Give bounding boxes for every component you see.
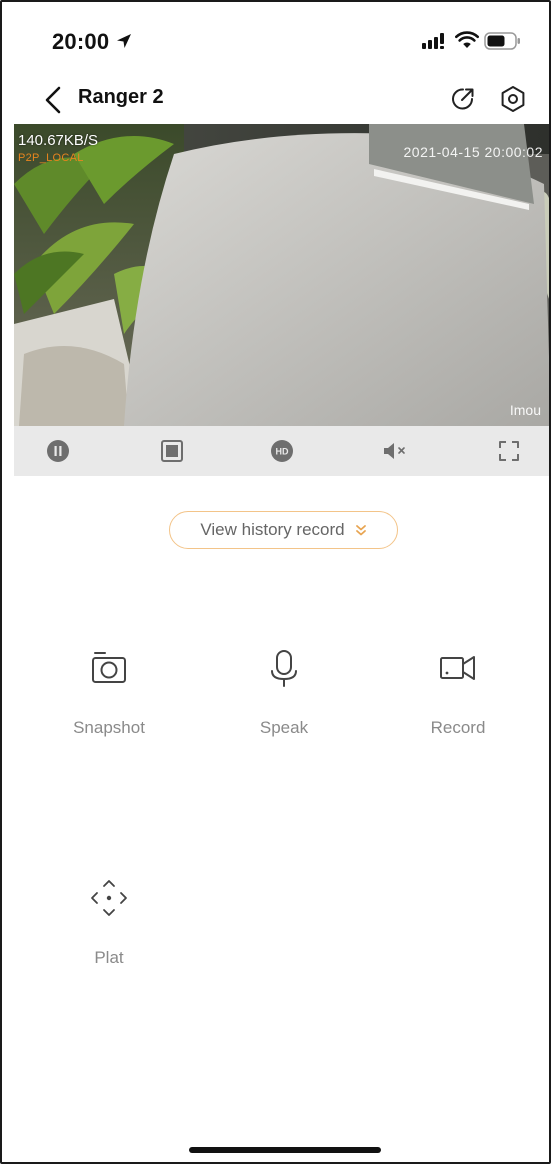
bitrate-text: 140.67KB/S: [18, 132, 99, 149]
video-record-icon: [440, 656, 475, 680]
wifi-icon: [455, 31, 479, 48]
video-frame-image: [14, 124, 549, 426]
record-button[interactable]: Record: [378, 648, 538, 738]
live-video-feed[interactable]: 140.67KB/S P2P_LOCAL 2021-04-15 20:00:02…: [14, 124, 549, 426]
settings-gear-icon[interactable]: [498, 84, 528, 114]
back-chevron-icon[interactable]: [42, 84, 64, 116]
svg-text:HD: HD: [276, 447, 289, 457]
snapshot-button[interactable]: Snapshot: [29, 648, 189, 738]
record-label: Record: [430, 718, 486, 737]
ptz-direction-icon: [91, 880, 127, 916]
brand-watermark: Imou: [509, 402, 541, 418]
double-chevron-down-icon: [355, 525, 366, 536]
view-history-button[interactable]: View history record: [169, 511, 398, 549]
home-indicator[interactable]: [189, 1147, 381, 1153]
ptz-control-button[interactable]: Plat: [29, 878, 189, 968]
pause-icon[interactable]: [45, 438, 71, 464]
video-timestamp: 2021-04-15 20:00:02: [403, 144, 543, 160]
speak-label: Speak: [259, 718, 309, 737]
status-time: 20:00: [52, 29, 110, 54]
mute-icon[interactable]: [381, 438, 411, 464]
connection-mode-text: P2P_LOCAL: [18, 152, 84, 164]
hd-icon[interactable]: HD: [269, 438, 295, 464]
playback-control-bar: HD: [14, 426, 549, 476]
location-arrow-icon: [117, 34, 131, 48]
device-title: Ranger 2: [78, 86, 164, 108]
share-icon[interactable]: [448, 84, 478, 114]
speak-button[interactable]: Speak: [204, 648, 364, 738]
fullscreen-icon[interactable]: [496, 438, 522, 464]
nav-bar: Ranger 2: [2, 80, 549, 124]
snapshot-label: Snapshot: [73, 718, 145, 737]
ptz-label: Plat: [94, 948, 124, 967]
camera-icon: [92, 652, 126, 683]
microphone-icon: [271, 650, 297, 687]
app-screen: 20:00 Ranger 2 140.67KB/S P2P_LOCAL 2021…: [0, 0, 551, 1164]
stop-icon[interactable]: [159, 438, 185, 464]
signal-icon: [422, 33, 444, 49]
battery-icon: [484, 32, 520, 50]
history-label: View history record: [200, 520, 345, 539]
status-bar: 20:00: [2, 2, 549, 80]
